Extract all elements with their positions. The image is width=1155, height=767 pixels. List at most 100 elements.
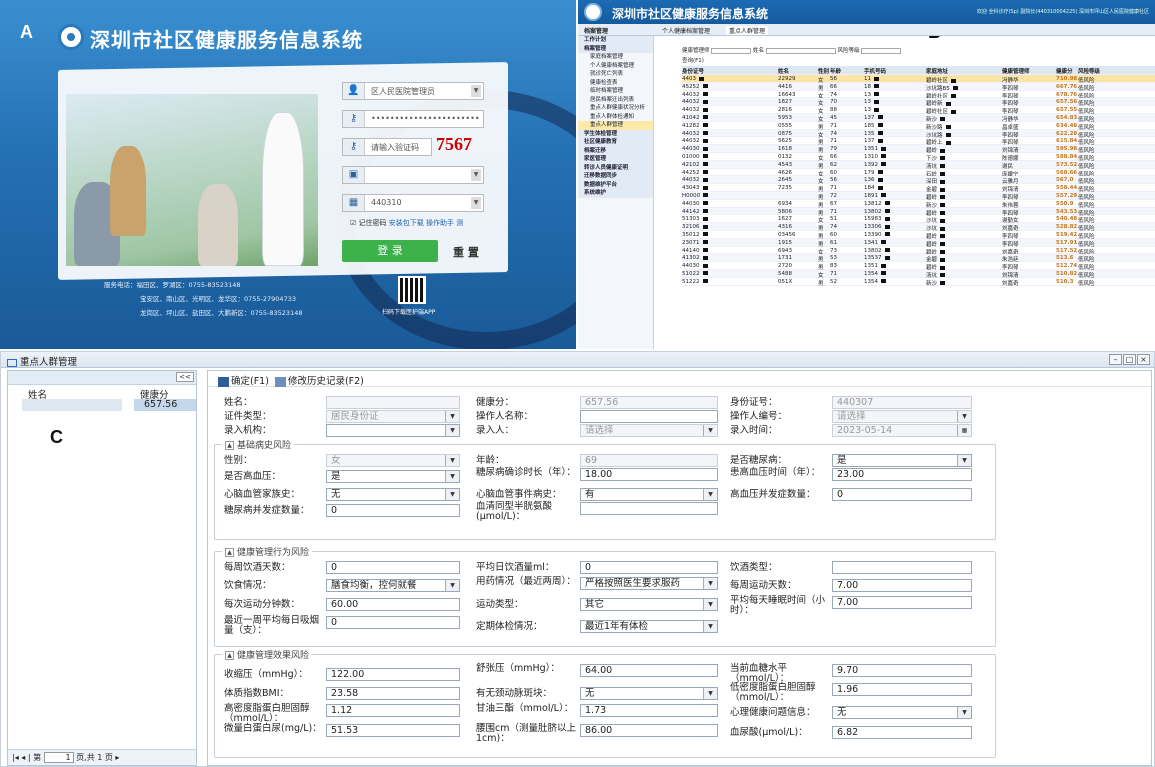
org-code-select[interactable]: ▦ 440310 ▼ bbox=[342, 194, 484, 212]
manager-select[interactable] bbox=[711, 47, 752, 54]
query-button[interactable]: 查询(F1) bbox=[682, 56, 704, 64]
sidebar-item[interactable]: 社区健康教育 bbox=[578, 138, 653, 147]
exercise-minutes-field[interactable]: 60.00 bbox=[326, 598, 460, 611]
sidebar-item[interactable]: 数据维护平台 bbox=[578, 180, 653, 189]
ldl-field[interactable]: 1.96 bbox=[832, 683, 972, 696]
hypertension-select[interactable]: 是 ▼ bbox=[326, 470, 460, 483]
tab-key-population[interactable]: 重点人群管理 bbox=[726, 26, 769, 35]
sidebar-item[interactable]: 居民档案迁出列表 bbox=[578, 96, 653, 105]
cvd-family-select[interactable]: 无 ▼ bbox=[326, 488, 460, 501]
sidebar-item[interactable]: 就诊死亡列表 bbox=[578, 70, 653, 79]
column-header[interactable]: 健康分 bbox=[1056, 67, 1073, 75]
plaque-select[interactable]: 无 ▼ bbox=[580, 687, 718, 700]
tg-field[interactable]: 1.73 bbox=[580, 704, 718, 717]
table-row[interactable]: H0000 男 72 1891 碧岭 李四琴 557.29 低风险 bbox=[682, 191, 1155, 201]
chevron-down-icon[interactable]: ▼ bbox=[445, 425, 459, 436]
prev-page-icon[interactable]: ◂ bbox=[21, 753, 25, 762]
table-row[interactable]: 51022 5488 女 71 1354 汤坑 刘锦清 510.82 低风险 bbox=[682, 269, 1155, 279]
column-header[interactable]: 性别 bbox=[818, 67, 829, 75]
column-header[interactable]: 家庭地址 bbox=[926, 67, 948, 75]
checkup-select[interactable]: 最近1年有体检 ▼ bbox=[580, 620, 718, 633]
sidebar-item[interactable]: 重点人群体检通知 bbox=[578, 113, 653, 122]
drink-days-field[interactable]: 0 bbox=[326, 561, 460, 574]
waist-field[interactable]: 86.00 bbox=[580, 724, 718, 737]
sidebar-item[interactable]: 工作计划 bbox=[578, 36, 653, 45]
sidebar-item[interactable]: 临时档案管理 bbox=[578, 87, 653, 96]
org-select[interactable]: ▼ bbox=[326, 424, 460, 437]
table-row[interactable]: 4403 22929 女 56 11 碧岭社区 冯静华 710.98 低风险 bbox=[682, 75, 1155, 84]
sbp-field[interactable]: 122.00 bbox=[326, 668, 460, 681]
table-row[interactable]: 44030 2720 男 83 1351 碧岭 李四琴 512.74 低风险 bbox=[682, 262, 1155, 271]
sidebar-item[interactable]: 转诊人员健康证明 bbox=[578, 163, 653, 172]
bmi-field[interactable]: 23.58 bbox=[326, 687, 460, 700]
history-button[interactable]: 修改历史记录(F2) bbox=[274, 376, 364, 387]
dm-years-field[interactable]: 18.00 bbox=[580, 468, 718, 481]
medication-select[interactable]: 严格按照医生要求服药 ▼ bbox=[580, 577, 718, 590]
cvd-event-select[interactable]: 有 ▼ bbox=[580, 488, 718, 501]
password-field[interactable]: ⚷ ••••••••••••••••••••••• bbox=[342, 110, 484, 128]
table-row[interactable]: 44032 5625 男 71 137 碧岭上 李四琴 615.84 低风险 bbox=[682, 137, 1155, 146]
table-row[interactable]: 44032 0875 女 74 135 沙坑路 李四琴 622.28 低风险 bbox=[682, 129, 1155, 139]
collapse-icon[interactable]: << bbox=[176, 372, 194, 382]
captcha-image[interactable]: 7567 bbox=[436, 134, 472, 155]
sidebar-item[interactable]: 系统维护 bbox=[578, 189, 653, 198]
mental-select[interactable]: 无 ▼ bbox=[832, 706, 972, 719]
ht-years-field[interactable]: 23.00 bbox=[832, 468, 972, 481]
hcy-field[interactable] bbox=[580, 502, 718, 515]
time-field[interactable]: 2023-05-14 ▦ bbox=[832, 424, 972, 437]
table-row[interactable]: 44030 6934 男 67 13812 新沙 朱伟蓉 550.9 低风险 bbox=[682, 200, 1155, 209]
malb-field[interactable]: 51.53 bbox=[326, 724, 460, 737]
download-link[interactable]: 安装包下载 bbox=[389, 219, 424, 227]
table-row[interactable]: 43043 7235 男 71 184 金碧 刘锦清 558.44 低风险 bbox=[682, 184, 1155, 193]
sidebar-item[interactable]: 档案管理 bbox=[578, 44, 653, 53]
behavior-risk-title[interactable]: ▲ 健康管理行为风险 bbox=[222, 545, 313, 558]
table-row[interactable]: 44140 6943 女 73 13802 碧岭 刘嘉奇 517.52 低风险 bbox=[682, 247, 1155, 256]
sleep-field[interactable]: 7.00 bbox=[832, 596, 972, 609]
sidebar-item[interactable]: 学生体检管理 bbox=[578, 129, 653, 138]
maximize-icon[interactable]: □ bbox=[1123, 354, 1136, 365]
captcha-input[interactable]: ⚷ 请输入验证码 bbox=[342, 138, 432, 156]
exercise-type-select[interactable]: 其它 ▼ bbox=[580, 598, 718, 611]
chevron-down-icon[interactable]: ▼ bbox=[471, 169, 481, 181]
column-header[interactable]: 风险等级 bbox=[1078, 67, 1100, 75]
diabetes-select[interactable]: 是 ▼ bbox=[832, 454, 972, 467]
glucose-field[interactable]: 9.70 bbox=[832, 664, 972, 677]
risk-select[interactable] bbox=[861, 47, 902, 54]
smoke-field[interactable]: 0 bbox=[326, 616, 460, 629]
drink-amount-field[interactable]: 0 bbox=[580, 561, 718, 574]
column-header[interactable]: 手机号码 bbox=[864, 67, 886, 75]
ht-complication-field[interactable]: 0 bbox=[832, 488, 972, 501]
uric-acid-field[interactable]: 6.82 bbox=[832, 726, 972, 739]
column-header[interactable]: 身份证号 bbox=[682, 67, 704, 75]
page-input[interactable]: 1 bbox=[43, 752, 74, 763]
column-header[interactable]: 年龄 bbox=[830, 67, 841, 75]
sidebar-item[interactable]: 家庭档案管理 bbox=[578, 53, 653, 62]
table-row[interactable]: 44032 1827 女 70 13 碧岭新 李四琴 657.56 低风险 bbox=[682, 98, 1155, 107]
table-row[interactable]: 41282 0555 男 71 185 新沙路 昌卓盛 634.48 低风险 bbox=[682, 122, 1155, 131]
table-row[interactable]: 01000 0132 女 66 1310 下沙 陈德娜 588.84 低风险 bbox=[682, 153, 1155, 162]
hdl-field[interactable]: 1.12 bbox=[326, 704, 460, 717]
hospital-select[interactable]: ▣ ▼ bbox=[342, 166, 484, 184]
table-row[interactable]: 51222 051X 男 52 1354 新沙 刘嘉奇 510.3 低风险 bbox=[682, 278, 1155, 287]
list-item[interactable]: 657.56 bbox=[8, 399, 196, 411]
chevron-down-icon[interactable]: ▼ bbox=[471, 197, 481, 209]
reset-button[interactable]: 重 置 bbox=[453, 244, 479, 260]
login-button[interactable]: 登 录 bbox=[342, 240, 438, 262]
sidebar-item[interactable]: 重点人群健康状况分析 bbox=[578, 104, 653, 113]
column-header[interactable]: 健康管理师 bbox=[1002, 67, 1030, 75]
close-icon[interactable]: × bbox=[1137, 354, 1150, 365]
remember-checkbox[interactable]: ☑ bbox=[350, 219, 356, 227]
nav-archive[interactable]: 档案管理 bbox=[584, 26, 608, 35]
operator-name-field[interactable] bbox=[580, 410, 718, 423]
table-row[interactable]: 41302 1731 男 53 13537 金碧 朱浩廷 513.6 低风险 bbox=[682, 254, 1155, 263]
sidebar-item[interactable]: 迁移数据同步 bbox=[578, 172, 653, 181]
next-page-icon[interactable]: ▸ bbox=[115, 753, 119, 762]
confirm-button[interactable]: 确定(F1) bbox=[218, 376, 269, 387]
name-input[interactable] bbox=[765, 47, 836, 54]
sidebar-item[interactable]: 健康检查表 bbox=[578, 79, 653, 88]
table-row[interactable]: 23071 1915 男 61 1341 碧岭 李四琴 517.91 低风险 bbox=[682, 238, 1155, 248]
sidebar-item[interactable]: 家医管理 bbox=[578, 155, 653, 164]
diet-select[interactable]: 膳食均衡，控何就餐 ▼ bbox=[326, 579, 460, 592]
sidebar-item[interactable]: 个人健康档案管理 bbox=[578, 62, 653, 71]
table-row[interactable]: 44252 4626 女 60 179 石岭 庞婕宁 568.66 低风险 bbox=[682, 169, 1155, 178]
